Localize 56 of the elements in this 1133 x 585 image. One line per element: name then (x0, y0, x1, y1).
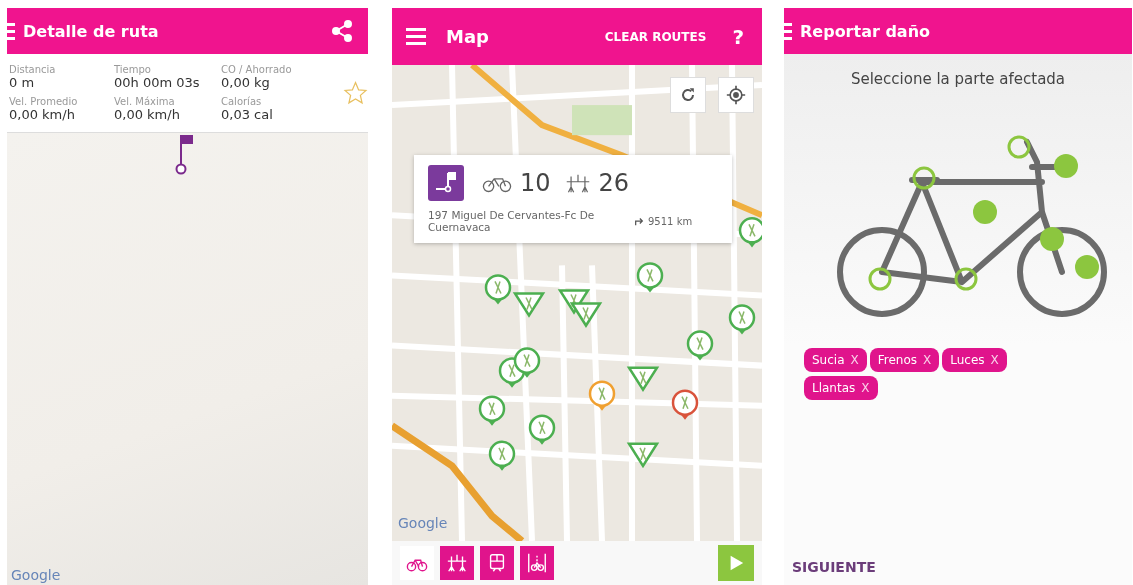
screen-title: Detalle de ruta (23, 21, 160, 41)
flag-marker-icon (173, 135, 193, 175)
share-icon[interactable] (330, 19, 354, 43)
stat-label: CO / Ahorrado (221, 64, 293, 75)
stat-value: 0,00 km/h (9, 107, 76, 122)
map-attribution: Google (398, 515, 448, 531)
station-address: 197 Miguel De Cervantes-Fc De Cuernavaca (428, 209, 596, 233)
bike-count: 10 (520, 169, 551, 197)
screen-title: Reportar daño (800, 21, 932, 41)
stat-label: Tiempo (114, 64, 152, 75)
map-attribution: Google (11, 567, 61, 583)
dock-icon (446, 552, 468, 574)
next-button[interactable]: SIGUIENTE (792, 559, 876, 575)
star-icon[interactable] (343, 80, 368, 106)
remove-tag-button[interactable]: X (990, 353, 999, 367)
menu-icon[interactable] (784, 22, 792, 40)
lane-icon (526, 552, 548, 574)
remove-tag-button[interactable]: X (861, 381, 870, 395)
stat-label: Vel. Máxima (114, 96, 176, 107)
stat-value: 0,03 cal (221, 107, 274, 122)
stat-value: 0 m (9, 75, 36, 90)
dock-icon (564, 172, 591, 194)
instruction-text: Seleccione la parte afectada (849, 70, 1067, 88)
stat-label: Calorías (221, 96, 263, 107)
crosshair-icon (726, 85, 746, 105)
remove-tag-button[interactable]: X (850, 353, 859, 367)
stat-value: 0,00 kg (221, 75, 271, 90)
tag-chip[interactable]: Sucia X (804, 348, 867, 372)
tag-chip[interactable]: Frenos X (869, 348, 940, 372)
stat-value: 0,00 km/h (114, 107, 181, 122)
tag-label: Llantas (812, 381, 856, 395)
refresh-button[interactable] (670, 77, 706, 113)
dock-count: 26 (598, 169, 630, 197)
station-distance: 9511 km (648, 215, 693, 227)
flag-icon (428, 165, 464, 201)
menu-icon[interactable] (406, 28, 426, 45)
lane-filter-button[interactable] (520, 546, 554, 580)
dock-filter-button[interactable] (440, 546, 474, 580)
stat-label: Vel. Promedio (9, 96, 79, 107)
screen-title: Map (446, 26, 490, 47)
tag-chip[interactable]: Luces X (942, 348, 1007, 372)
station-popup[interactable]: 10 26 197 Miguel De Cervantes-Fc De Cuernavaca 9511 km (414, 155, 732, 243)
stat-label: Distancia (9, 64, 57, 75)
menu-icon[interactable] (7, 22, 15, 40)
remove-tag-button[interactable]: X (923, 353, 932, 367)
tag-label: Sucia (812, 353, 845, 367)
clear-routes-button[interactable]: CLEAR ROUTES (600, 25, 711, 48)
help-button[interactable]: ? (728, 24, 748, 49)
tag-label: Frenos (877, 353, 918, 367)
my-location-button[interactable] (718, 77, 754, 113)
turn-arrow-icon (634, 216, 644, 226)
transit-filter-button[interactable] (480, 546, 514, 580)
tag-chip[interactable]: Llantas X (804, 376, 878, 400)
bike-filter-button[interactable] (400, 546, 434, 580)
tag-label: Luces (950, 353, 985, 367)
stat-value: 00h 00m 03s (114, 75, 201, 90)
